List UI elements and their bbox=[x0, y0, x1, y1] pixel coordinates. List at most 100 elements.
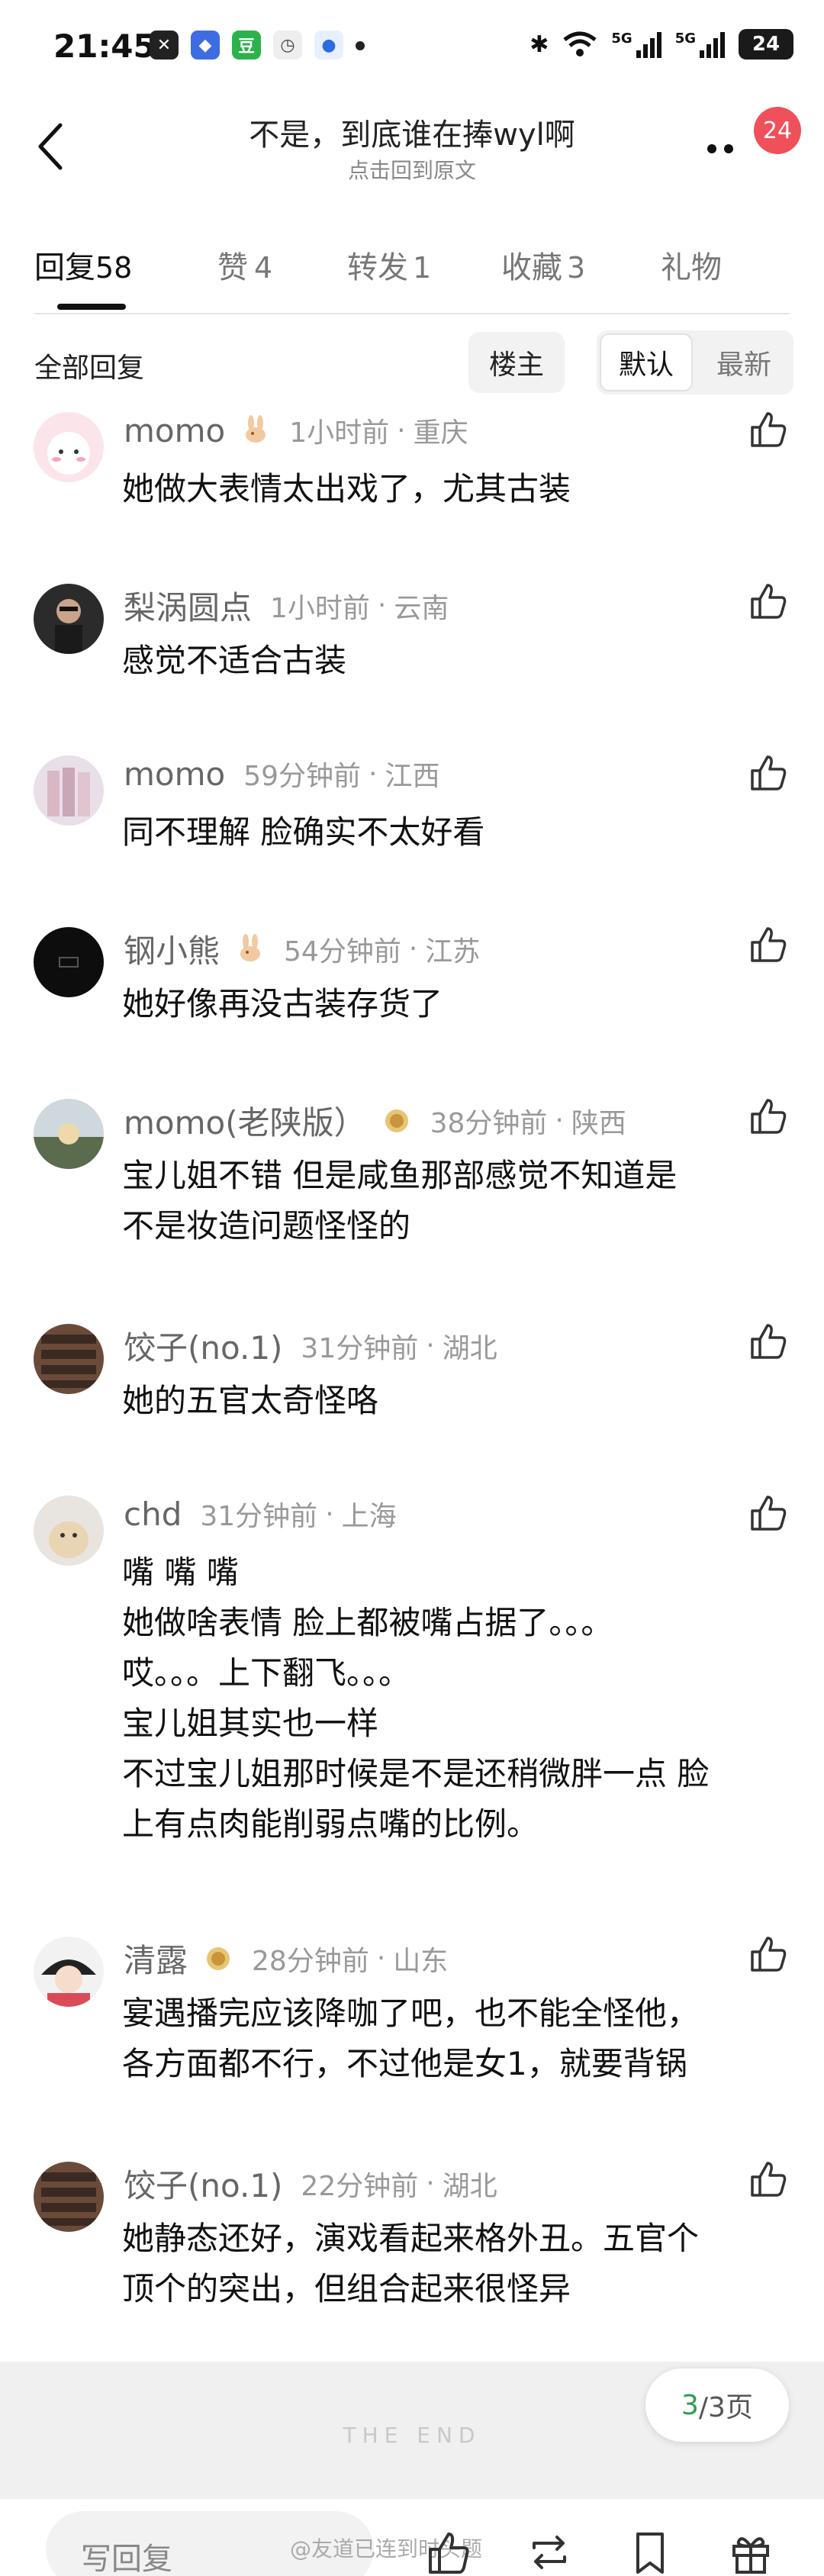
thumbs-up-icon[interactable] bbox=[748, 1321, 789, 1362]
clock-icon: ◷ bbox=[273, 31, 302, 60]
separator-dot: · bbox=[426, 2168, 435, 2199]
tab-likes[interactable]: 赞4 bbox=[217, 243, 272, 287]
tab-label: 赞 bbox=[217, 250, 248, 285]
comment-item: momo(老陕版） 38分钟前 · 陕西 宝儿姐不错 但是咸鱼那部感觉不知道是 … bbox=[0, 1091, 824, 1305]
comment-line: 同不理解 脸确实不太好看 bbox=[122, 813, 485, 851]
more-button[interactable] bbox=[697, 130, 751, 168]
comment-meta: momo 59分钟前 · 江西 bbox=[124, 754, 440, 794]
avatar[interactable] bbox=[34, 755, 104, 826]
tab-replies[interactable]: 回复58 bbox=[34, 243, 132, 287]
username[interactable]: momo bbox=[124, 412, 225, 449]
thumbs-up-icon[interactable] bbox=[748, 924, 789, 965]
comment-meta: chd 31分钟前 · 上海 bbox=[124, 1494, 397, 1534]
sort-toggle: 默认 最新 bbox=[597, 330, 793, 394]
signal-1-icon: 5G bbox=[611, 31, 661, 58]
comment-line: 上有点肉能削弱点嘴的比例。 bbox=[122, 1805, 539, 1843]
rabbit-badge-icon bbox=[240, 933, 261, 961]
avatar[interactable] bbox=[34, 412, 104, 482]
like-icon[interactable] bbox=[426, 2529, 472, 2575]
comment-location: 湖北 bbox=[442, 1332, 497, 1364]
tab-label: 回复 bbox=[34, 250, 95, 285]
tab-reposts[interactable]: 转发 1 bbox=[347, 243, 431, 287]
tab-gifts[interactable]: 礼物 bbox=[661, 243, 722, 287]
comment-item: 梨涡圆点 1小时前 · 云南 感觉不适合古装 bbox=[0, 576, 824, 736]
comment-time: 28分钟前 bbox=[252, 1945, 369, 1977]
repost-icon[interactable] bbox=[526, 2529, 572, 2575]
thumbs-up-icon[interactable] bbox=[748, 1934, 789, 1975]
comment-meta: 梨涡圆点 1小时前 · 云南 bbox=[124, 582, 449, 629]
comment-line: 她的五官太奇怪咯 bbox=[122, 1382, 379, 1419]
username[interactable]: 饺子(no.1) bbox=[124, 1322, 282, 1369]
baidu-icon: ◆ bbox=[191, 31, 220, 60]
gift-icon[interactable] bbox=[728, 2529, 774, 2575]
comment-line: 感觉不适合古装 bbox=[122, 642, 347, 679]
comment-time: 31分钟前 bbox=[200, 1501, 318, 1532]
comment-line: 她做啥表情 脸上都被嘴占据了。。。 bbox=[122, 1604, 613, 1641]
network-type-2: 5G bbox=[674, 31, 696, 47]
comment-meta: momo(老陕版） 38分钟前 · 陕西 bbox=[124, 1097, 626, 1144]
tab-count: 4 bbox=[254, 251, 273, 285]
tab-label: 礼物 bbox=[661, 250, 722, 285]
op-only-button[interactable]: 楼主 bbox=[468, 332, 565, 393]
sort-default-button[interactable]: 默认 bbox=[600, 333, 693, 391]
comment-text: 她静态还好，演戏看起来格外丑。五官个 顶个的突出，但组合起来很怪异 bbox=[122, 2214, 771, 2314]
comment-text: 她做大表情太出戏了，尤其古装 bbox=[122, 464, 771, 514]
comment-time: 1小时前 bbox=[270, 592, 370, 624]
comment-location: 陕西 bbox=[571, 1107, 626, 1139]
comment-line: 顶个的突出，但组合起来很怪异 bbox=[122, 2270, 571, 2307]
tab-label: 转发 bbox=[347, 250, 408, 285]
username[interactable]: 梨涡圆点 bbox=[124, 582, 252, 629]
comment-line: 不是妆造问题怪怪的 bbox=[122, 1207, 411, 1245]
thumbs-up-icon[interactable] bbox=[748, 2159, 789, 2200]
bookmark-icon[interactable] bbox=[627, 2529, 673, 2575]
thumbs-up-icon[interactable] bbox=[748, 1096, 789, 1137]
sort-latest-button[interactable]: 最新 bbox=[697, 333, 790, 391]
separator-dot: · bbox=[408, 933, 418, 964]
username[interactable]: 清露 bbox=[124, 1935, 188, 1982]
thumbs-up-icon[interactable] bbox=[748, 1492, 789, 1534]
notification-badge[interactable]: 24 bbox=[754, 107, 801, 154]
thumbs-up-icon[interactable] bbox=[748, 752, 789, 794]
comment-item: 清露 28分钟前 · 山东 宴遇播完应该降咖了吧，也不能全怪他， 各方面都不行，… bbox=[0, 1929, 824, 2143]
comment-location: 山东 bbox=[393, 1945, 449, 1977]
avatar[interactable] bbox=[34, 1324, 104, 1394]
comment-item: chd 31分钟前 · 上海 嘴 嘴 嘴 她做啥表情 脸上都被嘴占据了。。。 哎… bbox=[0, 1488, 824, 1904]
comment-line: 宴遇播完应该降咖了吧，也不能全怪他， bbox=[122, 1995, 700, 2032]
tab-active-indicator bbox=[57, 304, 126, 310]
more-notifications-dot bbox=[356, 41, 365, 50]
avatar[interactable] bbox=[34, 1937, 104, 2007]
status-right: ✱ 5G 5G 24 bbox=[529, 29, 793, 60]
status-app-icons: ✕ ◆ 豆 ◷ ● bbox=[150, 31, 365, 60]
comment-line: 宝儿姐不错 但是咸鱼那部感觉不知道是 bbox=[122, 1157, 678, 1194]
username[interactable]: momo bbox=[124, 755, 225, 793]
avatar[interactable] bbox=[34, 1496, 104, 1566]
comment-line: 宝儿姐其实也一样 bbox=[122, 1705, 379, 1742]
map-icon: ● bbox=[314, 31, 343, 60]
separator-dot: · bbox=[377, 590, 387, 621]
page-indicator[interactable]: 3/3页 bbox=[645, 2368, 789, 2442]
thumbs-up-icon[interactable] bbox=[748, 581, 789, 622]
thumbs-up-icon[interactable] bbox=[748, 409, 789, 450]
bluetooth-icon: ✱ bbox=[529, 31, 549, 58]
comment-time: 59分钟前 bbox=[243, 761, 362, 792]
avatar[interactable] bbox=[34, 2162, 104, 2232]
avatar[interactable] bbox=[34, 927, 104, 997]
comment-item: 饺子(no.1) 31分钟前 · 湖北 她的五官太奇怪咯 bbox=[0, 1316, 824, 1476]
filter-row: 全部回复 楼主 默认 最新 bbox=[0, 324, 824, 401]
avatar[interactable] bbox=[34, 1099, 104, 1169]
avatar[interactable] bbox=[34, 584, 104, 654]
comment-time: 54分钟前 bbox=[284, 935, 401, 968]
separator-dot: · bbox=[555, 1105, 564, 1136]
tab-bar: 回复58 赞4 转发 1 收藏 3 礼物 bbox=[0, 229, 824, 313]
comment-location: 上海 bbox=[341, 1501, 397, 1532]
username[interactable]: 钢小熊 bbox=[124, 926, 220, 972]
comment-line: 哎。。。上下翻飞。。。 bbox=[122, 1654, 411, 1692]
tab-count: 58 bbox=[95, 251, 133, 285]
comment-location: 江西 bbox=[385, 761, 440, 792]
tab-label: 收藏 bbox=[501, 250, 562, 285]
tab-favorites[interactable]: 收藏 3 bbox=[501, 243, 585, 287]
username[interactable]: momo(老陕版） bbox=[124, 1097, 366, 1144]
username[interactable]: chd bbox=[124, 1496, 182, 1533]
app-notification-icon: ✕ bbox=[150, 31, 179, 60]
username[interactable]: 饺子(no.1) bbox=[124, 2160, 282, 2207]
